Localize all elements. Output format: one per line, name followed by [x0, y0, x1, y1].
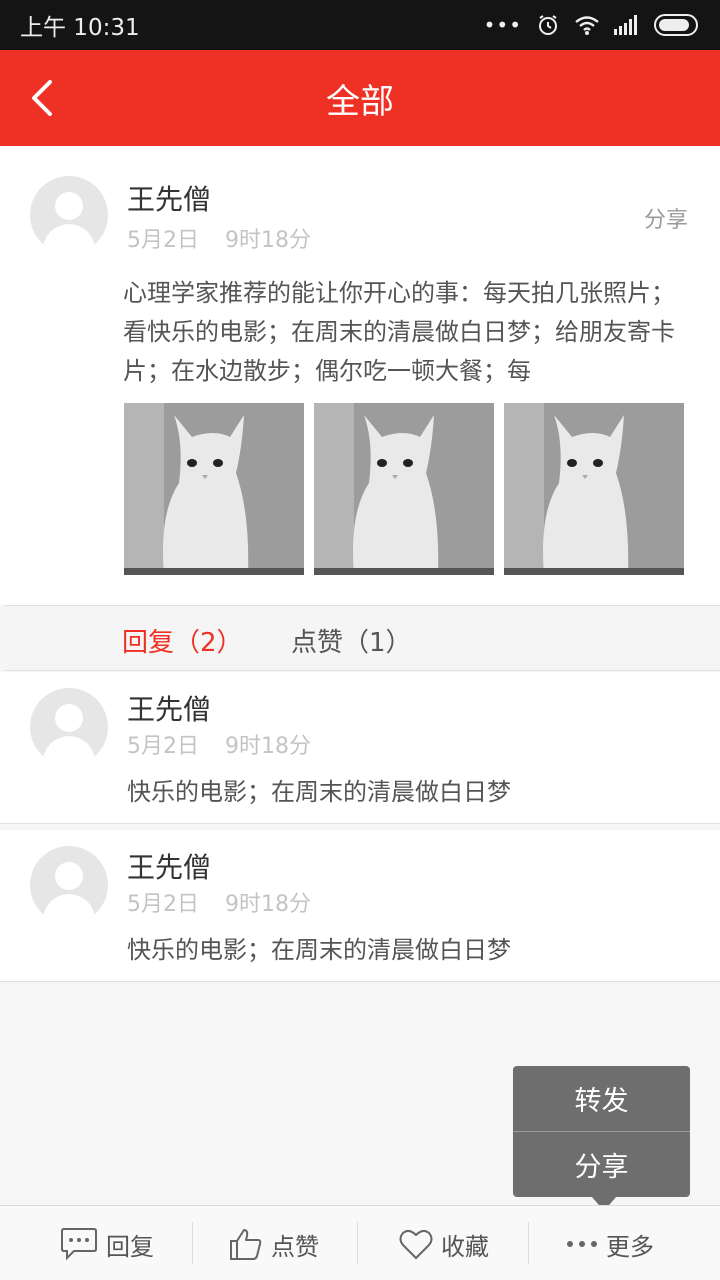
- tab-reply[interactable]: 回复（2）: [122, 622, 243, 659]
- reply-text: 快乐的电影；在周末的清晨做白日梦: [127, 778, 511, 806]
- reply-time: 9时18分: [225, 734, 311, 759]
- comment-tabs: 回复（2） 点赞（1）: [4, 605, 720, 671]
- more-label: 更多: [606, 1232, 654, 1261]
- post-images: [124, 403, 684, 575]
- divider: [192, 1222, 193, 1264]
- reply-date: 5月2日: [127, 892, 199, 917]
- avatar[interactable]: [30, 688, 108, 766]
- nav-bar: 全部: [0, 50, 720, 146]
- comment-icon: [61, 1228, 97, 1261]
- post-image[interactable]: [504, 403, 684, 575]
- heart-icon: [399, 1229, 433, 1259]
- reply-item: 王先僧 5月2日 9时18分 快乐的电影；在周末的清晨做白日梦: [0, 830, 720, 982]
- reply-time: 9时18分: [225, 892, 311, 917]
- like-button[interactable]: 点赞: [229, 1224, 319, 1264]
- wifi-icon: [574, 14, 600, 36]
- bottom-toolbar: 回复 点赞 收藏 更多: [0, 1205, 720, 1280]
- thumbs-up-icon: [230, 1229, 262, 1260]
- forward-menu-item[interactable]: 转发: [513, 1066, 690, 1132]
- share-menu-item[interactable]: 分享: [513, 1132, 690, 1197]
- avatar[interactable]: [30, 846, 108, 924]
- reply-author[interactable]: 王先僧: [127, 688, 211, 728]
- reply-item: 王先僧 5月2日 9时18分 快乐的电影；在周末的清晨做白日梦: [0, 672, 720, 824]
- more-dots-icon: •••: [483, 13, 522, 37]
- status-bar: 上午 10:31 •••: [0, 0, 720, 50]
- post-image[interactable]: [314, 403, 494, 575]
- page-title: 全部: [326, 81, 394, 122]
- more-button[interactable]: 更多: [566, 1224, 654, 1264]
- reply-text: 快乐的电影；在周末的清晨做白日梦: [127, 936, 511, 964]
- more-dots-icon: [567, 1241, 597, 1247]
- favorite-button[interactable]: 收藏: [399, 1224, 489, 1264]
- favorite-label: 收藏: [441, 1232, 489, 1261]
- divider: [528, 1222, 529, 1264]
- post-date: 5月2日: [127, 228, 199, 253]
- post-image[interactable]: [124, 403, 304, 575]
- signal-icon: [614, 15, 640, 35]
- status-time: 上午 10:31: [20, 15, 140, 41]
- reply-author[interactable]: 王先僧: [127, 846, 211, 886]
- post-card: 王先僧 5月2日 9时18分 分享 心理学家推荐的能让你开心的事：每天拍几张照片…: [0, 146, 720, 605]
- avatar[interactable]: [30, 176, 108, 254]
- status-icons: •••: [484, 13, 700, 37]
- alarm-icon: [536, 13, 560, 37]
- share-link[interactable]: 分享: [644, 202, 688, 234]
- post-author[interactable]: 王先僧: [127, 178, 211, 218]
- reply-button[interactable]: 回复: [60, 1224, 154, 1264]
- chevron-left-icon: [32, 80, 52, 116]
- divider: [357, 1222, 358, 1264]
- tab-like[interactable]: 点赞（1）: [291, 622, 412, 659]
- more-popup-menu: 转发 分享: [513, 1066, 690, 1211]
- post-time: 9时18分: [225, 228, 311, 253]
- post-text: 心理学家推荐的能让你开心的事：每天拍几张照片；看快乐的电影；在周末的清晨做白日梦…: [123, 279, 675, 385]
- battery-icon: [654, 14, 700, 36]
- reply-date: 5月2日: [127, 734, 199, 759]
- like-label: 点赞: [271, 1232, 319, 1261]
- reply-label: 回复: [106, 1232, 154, 1261]
- back-button[interactable]: [22, 78, 62, 118]
